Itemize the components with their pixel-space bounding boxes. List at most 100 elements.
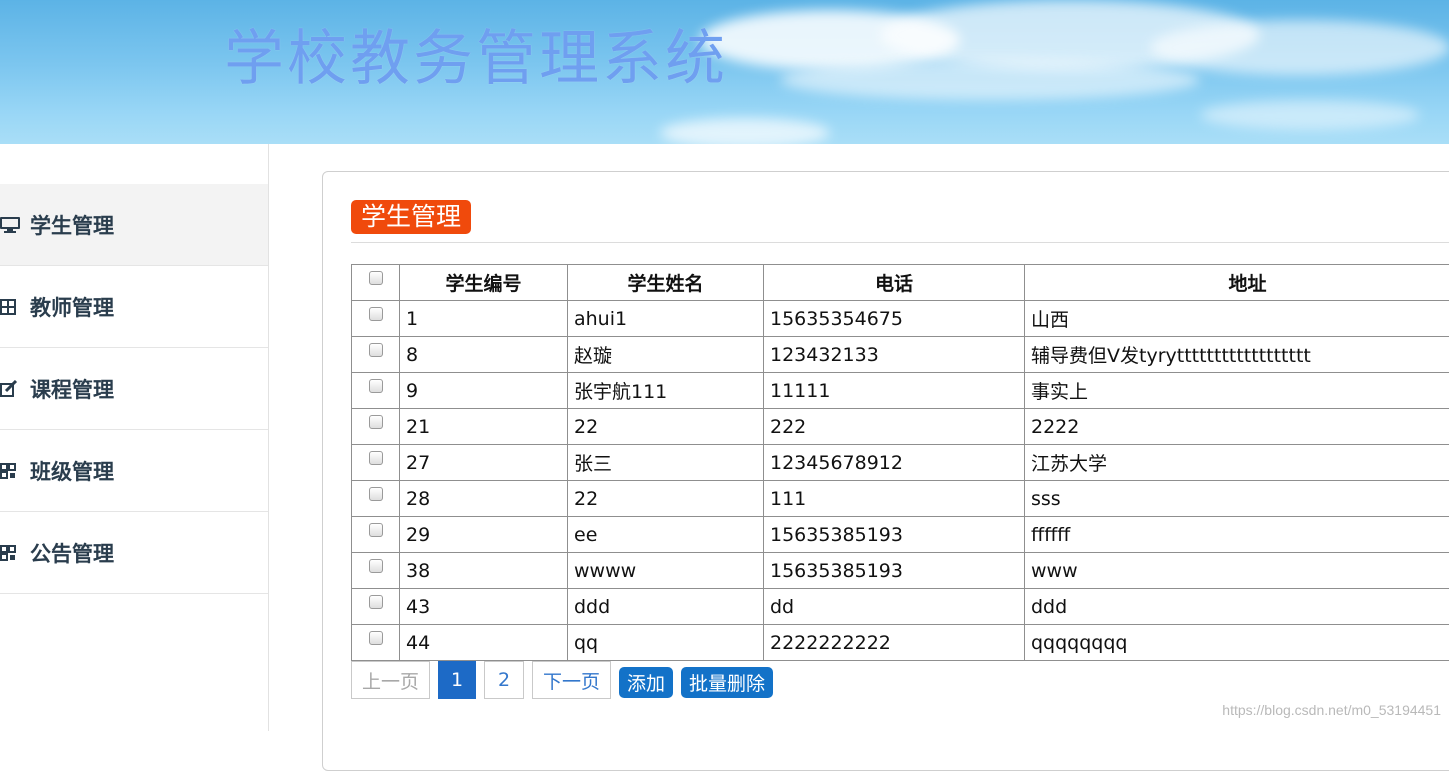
cell-address: 江苏大学 xyxy=(1025,445,1449,481)
table-row[interactable]: 2822111sss xyxy=(352,481,1449,517)
sidebar-item-label: 课程管理 xyxy=(30,374,114,404)
cloud-decoration xyxy=(1200,100,1420,130)
cloud-decoration xyxy=(780,60,1200,100)
add-button[interactable]: 添加 xyxy=(619,667,673,698)
qr-icon xyxy=(0,463,26,479)
cell-student-id: 29 xyxy=(400,517,568,553)
cell-phone: 15635385193 xyxy=(764,517,1025,553)
row-select-cell xyxy=(352,445,400,481)
row-checkbox[interactable] xyxy=(369,631,383,645)
column-header-id[interactable]: 学生编号 xyxy=(400,265,568,301)
column-header-name[interactable]: 学生姓名 xyxy=(568,265,764,301)
table-row[interactable]: 21222222222 xyxy=(352,409,1449,445)
pagination: 上一页 1 2 下一页 添加 批量删除 xyxy=(351,661,773,699)
cell-student-id: 1 xyxy=(400,301,568,337)
row-select-cell xyxy=(352,517,400,553)
cell-address: ffffff xyxy=(1025,517,1449,553)
sidebar-item-teacher[interactable]: 教师管理 xyxy=(0,266,268,348)
row-select-cell xyxy=(352,589,400,625)
select-all-cell xyxy=(352,265,400,301)
cloud-decoration xyxy=(1150,20,1449,75)
cell-student-name: 张宇航111 xyxy=(568,373,764,409)
row-checkbox[interactable] xyxy=(369,415,383,429)
cell-student-id: 28 xyxy=(400,481,568,517)
table-row[interactable]: 1ahui115635354675山西 xyxy=(352,301,1449,337)
row-checkbox[interactable] xyxy=(369,379,383,393)
table-row[interactable]: 9张宇航11111111事实上 xyxy=(352,373,1449,409)
cell-student-id: 21 xyxy=(400,409,568,445)
watermark: https://blog.csdn.net/m0_53194451 xyxy=(1222,702,1441,718)
batch-delete-button[interactable]: 批量删除 xyxy=(681,667,773,698)
select-all-checkbox[interactable] xyxy=(369,271,383,285)
header-banner: 学校教务管理系统 xyxy=(0,0,1449,144)
row-select-cell xyxy=(352,409,400,445)
row-select-cell xyxy=(352,481,400,517)
sidebar-item-class[interactable]: 班级管理 xyxy=(0,430,268,512)
edit-icon xyxy=(0,380,26,398)
sidebar-item-course[interactable]: 课程管理 xyxy=(0,348,268,430)
row-checkbox[interactable] xyxy=(369,559,383,573)
table-row[interactable]: 8赵璇123432133辅导费但V发tyrytttttttttttttttttt xyxy=(352,337,1449,373)
table-row[interactable]: 29ee15635385193ffffff xyxy=(352,517,1449,553)
cell-phone: 15635354675 xyxy=(764,301,1025,337)
cell-student-id: 8 xyxy=(400,337,568,373)
title-divider xyxy=(351,242,1449,243)
cell-phone: 2222222222 xyxy=(764,625,1025,661)
cell-student-name: ddd xyxy=(568,589,764,625)
page-button-1[interactable]: 1 xyxy=(438,661,476,699)
sidebar-item-notice[interactable]: 公告管理 xyxy=(0,512,268,594)
cell-student-id: 43 xyxy=(400,589,568,625)
sidebar-item-label: 班级管理 xyxy=(30,456,114,486)
cell-phone: 11111 xyxy=(764,373,1025,409)
sidebar-item-label: 教师管理 xyxy=(30,292,114,322)
cell-address: 事实上 xyxy=(1025,373,1449,409)
table-row[interactable]: 44qq2222222222qqqqqqqq xyxy=(352,625,1449,661)
cell-student-name: qq xyxy=(568,625,764,661)
cell-student-id: 38 xyxy=(400,553,568,589)
table-header-row: 学生编号 学生姓名 电话 地址 xyxy=(352,265,1449,301)
row-select-cell xyxy=(352,301,400,337)
row-select-cell xyxy=(352,625,400,661)
cell-phone: 111 xyxy=(764,481,1025,517)
cell-student-id: 27 xyxy=(400,445,568,481)
page-button-2[interactable]: 2 xyxy=(484,661,524,699)
cell-phone: 222 xyxy=(764,409,1025,445)
monitor-icon xyxy=(0,216,26,234)
sidebar-item-label: 学生管理 xyxy=(30,210,114,240)
table-row[interactable]: 27张三12345678912江苏大学 xyxy=(352,445,1449,481)
cell-address: 辅导费但V发tyrytttttttttttttttttt xyxy=(1025,337,1449,373)
cell-phone: 123432133 xyxy=(764,337,1025,373)
next-page-button[interactable]: 下一页 xyxy=(532,661,611,699)
page-title: 学生管理 xyxy=(351,200,471,234)
prev-page-button[interactable]: 上一页 xyxy=(351,661,430,699)
qr-icon xyxy=(0,545,26,561)
cell-student-name: 22 xyxy=(568,409,764,445)
cell-phone: 12345678912 xyxy=(764,445,1025,481)
row-select-cell xyxy=(352,337,400,373)
row-checkbox[interactable] xyxy=(369,595,383,609)
row-checkbox[interactable] xyxy=(369,343,383,357)
cell-phone: dd xyxy=(764,589,1025,625)
row-checkbox[interactable] xyxy=(369,307,383,321)
cell-address: 2222 xyxy=(1025,409,1449,445)
cloud-decoration xyxy=(660,118,830,144)
cell-student-id: 9 xyxy=(400,373,568,409)
sidebar: 学生管理 教师管理 课程管理 班级管理 公告管理 xyxy=(0,144,269,731)
table-row[interactable]: 38wwww15635385193www xyxy=(352,553,1449,589)
cell-student-name: 赵璇 xyxy=(568,337,764,373)
row-checkbox[interactable] xyxy=(369,523,383,537)
cell-student-name: ahui1 xyxy=(568,301,764,337)
column-header-address[interactable]: 地址 xyxy=(1025,265,1449,301)
cell-address: www xyxy=(1025,553,1449,589)
row-checkbox[interactable] xyxy=(369,487,383,501)
table-row[interactable]: 43dddddddd xyxy=(352,589,1449,625)
table-body: 1ahui115635354675山西8赵璇123432133辅导费但V发tyr… xyxy=(352,301,1449,661)
row-select-cell xyxy=(352,553,400,589)
cell-student-name: 22 xyxy=(568,481,764,517)
cell-student-id: 44 xyxy=(400,625,568,661)
sidebar-item-student[interactable]: 学生管理 xyxy=(0,184,268,266)
column-header-phone[interactable]: 电话 xyxy=(764,265,1025,301)
cell-phone: 15635385193 xyxy=(764,553,1025,589)
row-checkbox[interactable] xyxy=(369,451,383,465)
row-select-cell xyxy=(352,373,400,409)
